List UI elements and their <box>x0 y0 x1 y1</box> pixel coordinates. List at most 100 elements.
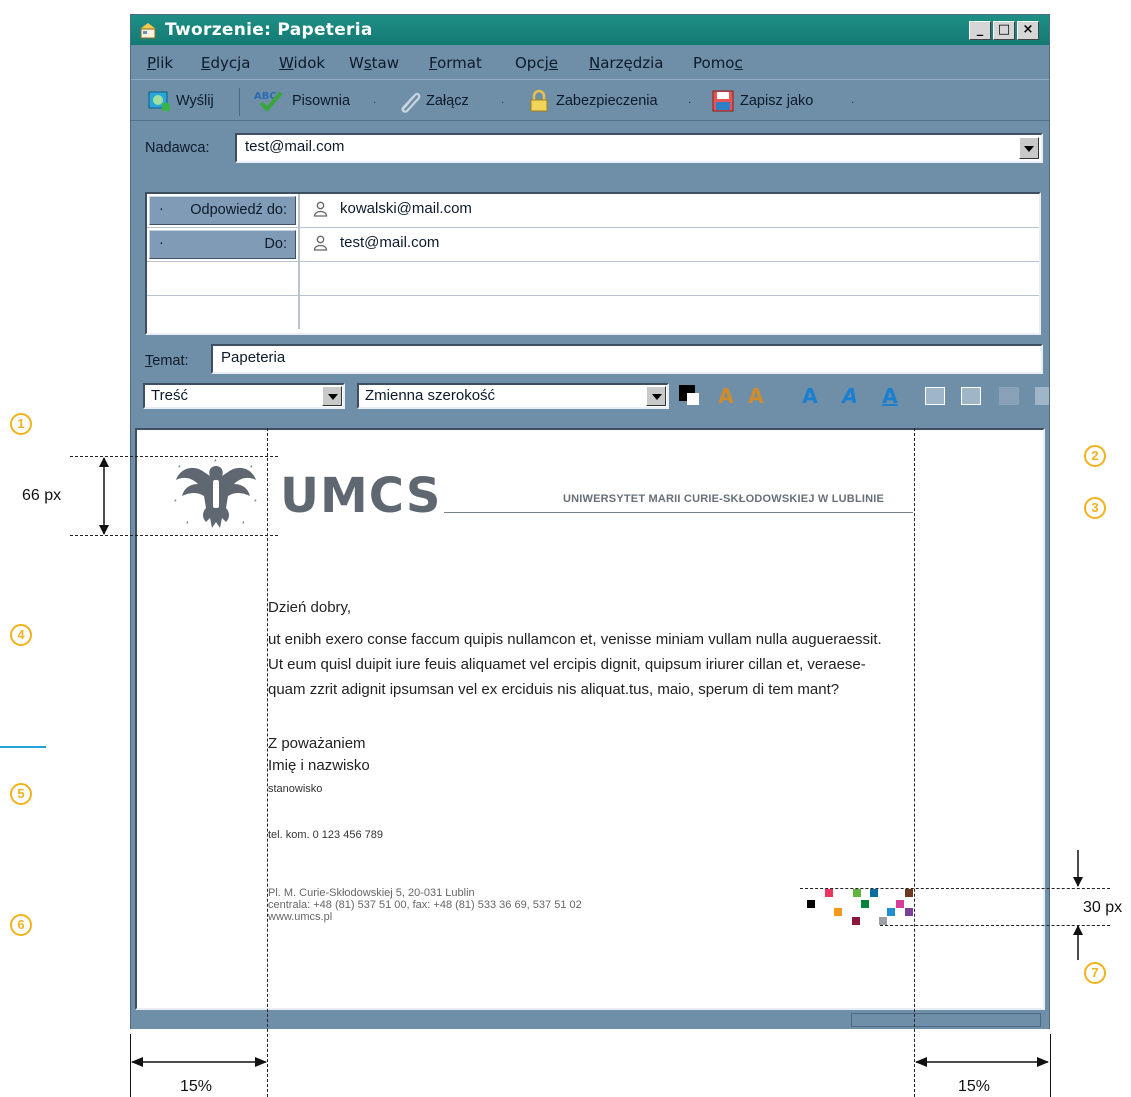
menu-widok[interactable]: Widok <box>279 54 325 72</box>
chevron-down-icon[interactable] <box>322 386 342 406</box>
attach-button[interactable]: Załącz <box>397 88 469 114</box>
svg-text:*: * <box>242 521 245 528</box>
recipient-row-empty[interactable] <box>147 296 1039 330</box>
left-margin-guide <box>267 428 268 1097</box>
sender-select[interactable]: test@mail.com <box>235 133 1043 163</box>
send-button[interactable]: Wyślij <box>147 88 214 114</box>
bold-icon[interactable]: A <box>799 385 821 407</box>
chevron-down-icon[interactable] <box>646 386 666 406</box>
font-size-up-icon[interactable]: A <box>715 385 737 407</box>
menu-plik[interactable]: Plik <box>147 54 173 72</box>
menu-opcje[interactable]: Opcje <box>515 54 558 72</box>
recipient-row: · Odpowiedź do: kowalski@mail.com <box>147 194 1039 228</box>
sender-dropdown-arrow[interactable] <box>1019 137 1039 159</box>
left-margin-label: 15% <box>180 1078 213 1095</box>
status-bar <box>131 1011 1049 1029</box>
attach-dropdown[interactable]: · <box>501 97 504 108</box>
left-margin-arrow <box>131 1057 267 1067</box>
recipient-row-empty[interactable] <box>147 262 1039 296</box>
person-icon <box>313 235 328 251</box>
menu-wstaw[interactable]: Wstaw <box>349 54 399 72</box>
security-button[interactable]: Zabezpieczenia <box>527 88 658 114</box>
university-name: UNIWERSYTET MARII CURIE-SKŁODOWSKIEJ W L… <box>563 493 885 505</box>
menu-format[interactable]: Format <box>429 54 482 72</box>
to-type-button[interactable]: · Do: <box>149 230 296 259</box>
annotation-badge: 2 <box>1084 445 1106 467</box>
spelling-button[interactable]: ABC Pisownia <box>253 88 350 114</box>
recipient-grid: · Odpowiedź do: kowalski@mail.com · Do: te… <box>145 192 1041 335</box>
subject-label: Temat: <box>145 353 189 369</box>
paperclip-icon <box>397 89 421 113</box>
signature-phone: tel. kom. 0 123 456 789 <box>268 829 383 841</box>
security-dropdown[interactable]: · <box>688 97 691 108</box>
bullet-list-icon[interactable] <box>961 387 981 405</box>
italic-icon[interactable]: A <box>839 385 861 407</box>
footer-website: www.umcs.pl <box>268 911 333 923</box>
outdent-icon[interactable] <box>999 387 1019 405</box>
save-as-button[interactable]: Zapisz jako <box>711 88 813 114</box>
header-rule <box>444 512 913 513</box>
send-icon <box>147 89 171 113</box>
sender-label: Nadawca: <box>145 140 210 156</box>
recipient-value[interactable]: test@mail.com <box>313 234 439 251</box>
floppy-icon <box>711 89 735 113</box>
lock-icon <box>527 89 551 113</box>
footer-address: Pl. M. Curie-Skłodowskiej 5, 20-031 Lubl… <box>268 887 475 899</box>
closing: Z poważaniem <box>268 735 366 752</box>
maximize-button[interactable]: □ <box>993 21 1015 40</box>
accent-rule <box>0 746 46 748</box>
spelling-dropdown[interactable]: · <box>373 97 376 108</box>
svg-text:*: * <box>186 521 189 528</box>
annotation-badge: 4 <box>10 624 32 646</box>
indent-icon[interactable] <box>1035 387 1049 405</box>
annotation-badge: 1 <box>10 413 32 435</box>
body-line: quam zzrit adignit ipsumsan vel ex ercid… <box>268 681 840 698</box>
annotation-badge: 3 <box>1084 497 1106 519</box>
save-as-dropdown[interactable]: · <box>851 97 854 108</box>
logo-height-label: 66 px <box>22 487 62 504</box>
right-margin-arrow <box>915 1057 1049 1067</box>
svg-text:*: * <box>174 499 177 506</box>
right-margin-guide <box>914 428 915 1097</box>
window-title: Tworzenie: Papeteria <box>165 20 373 40</box>
svg-text:*: * <box>254 499 257 506</box>
right-margin-label: 15% <box>958 1078 991 1095</box>
title-bar[interactable]: Tworzenie: Papeteria _ □ × <box>131 15 1049 45</box>
body-line: Ut eum quisl duipit iure feuis aliquamet… <box>268 656 866 673</box>
background-color-icon[interactable] <box>687 393 699 405</box>
message-header: Nadawca: test@mail.com · Odpowiedź do: ko… <box>131 122 1049 374</box>
numbered-list-icon[interactable] <box>925 387 945 405</box>
signature-position: stanowisko <box>268 783 323 795</box>
annotation-badge: 5 <box>10 783 32 805</box>
compose-icon <box>138 20 158 40</box>
squares-height-label: 30 px <box>1083 899 1123 916</box>
greeting: Dzień dobry, <box>268 599 352 616</box>
toolbar: Wyślij ABC Pisownia · Załącz · Zabezpiec… <box>131 79 1049 121</box>
font-size-down-icon[interactable]: A <box>745 385 767 407</box>
footer-contact: centrala: +48 (81) 537 51 00, fax: +48 (… <box>268 899 582 911</box>
menu-narzedzia[interactable]: Narzędzia <box>589 54 663 72</box>
subject-input[interactable]: Papeteria <box>211 344 1043 374</box>
svg-text:*: * <box>178 465 181 472</box>
recipient-value[interactable]: kowalski@mail.com <box>313 200 472 217</box>
menu-pomoc[interactable]: Pomoc <box>693 54 743 72</box>
compose-window: Tworzenie: Papeteria _ □ × Plik Edycja W… <box>130 14 1050 1029</box>
spellcheck-icon: ABC <box>253 89 287 113</box>
font-select[interactable]: Zmienna szerokość <box>357 383 669 409</box>
svg-text:*: * <box>250 465 253 472</box>
annotation-badge: 6 <box>10 914 32 936</box>
signature-name: Imię i nazwisko <box>268 757 370 774</box>
reply-to-type-button[interactable]: · Odpowiedź do: <box>149 196 296 225</box>
menu-edycja[interactable]: Edycja <box>201 54 251 72</box>
logo-height-arrow <box>99 457 109 535</box>
close-button[interactable]: × <box>1017 21 1039 40</box>
underline-icon[interactable]: A <box>879 385 901 407</box>
squares-top-guide <box>800 888 1110 889</box>
annotation-badge: 7 <box>1084 962 1106 984</box>
paragraph-style-select[interactable]: Treść <box>143 383 345 409</box>
body-line: ut enibh exero conse faccum quipis nulla… <box>268 631 882 648</box>
minimize-button[interactable]: _ <box>969 21 991 40</box>
umcs-logo: UMCS <box>280 468 442 524</box>
eagle-emblem-icon: * * * * * * * <box>172 458 260 539</box>
svg-text:*: * <box>214 459 217 466</box>
